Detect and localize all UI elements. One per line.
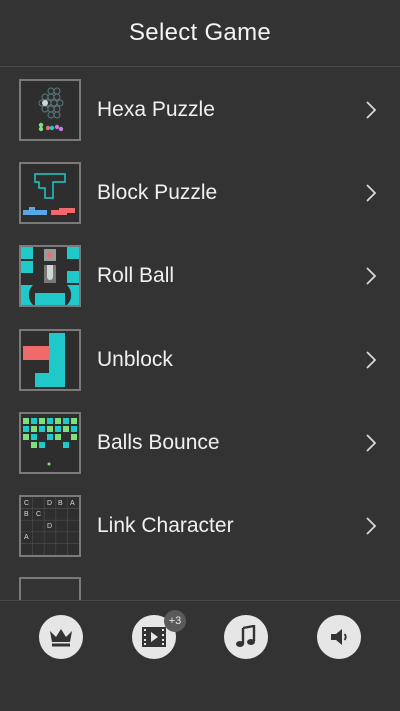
chevron-right-icon: [364, 183, 378, 203]
game-label: Link Character: [97, 514, 234, 538]
crown-icon: [50, 629, 72, 647]
game-item-balls-bounce[interactable]: Balls Bounce: [0, 401, 400, 484]
music-toggle-button[interactable]: [224, 615, 268, 659]
video-reward-badge: +3: [164, 610, 186, 632]
game-label: Balls Bounce: [97, 430, 220, 454]
page-title: Select Game: [128, 19, 272, 46]
leaderboard-button[interactable]: [39, 615, 83, 659]
footer-toolbar: +3: [0, 600, 400, 711]
game-label: Hexa Puzzle: [97, 97, 215, 121]
block-puzzle-thumbnail: [19, 161, 81, 224]
music-note-icon: [236, 625, 256, 647]
letter-cell: D: [47, 500, 52, 507]
game-item-unblock[interactable]: Unblock: [0, 318, 400, 401]
game-item-hexa-puzzle[interactable]: Hexa Puzzle: [0, 68, 400, 151]
chevron-right-icon: [364, 433, 378, 453]
hexa-puzzle-thumbnail: [19, 78, 81, 141]
letter-cell: C: [24, 500, 29, 507]
speaker-icon: [331, 629, 347, 645]
game-item-link-character[interactable]: C D B A B C D A Link Character: [0, 484, 400, 567]
game-label: Block Puzzle: [97, 180, 218, 204]
letter-cell: C: [36, 511, 41, 518]
balls-bounce-thumbnail: [19, 411, 81, 474]
letter-cell: B: [58, 500, 63, 507]
game-item-block-puzzle[interactable]: Block Puzzle: [0, 151, 400, 234]
sound-toggle-button[interactable]: [317, 615, 361, 659]
game-label: Unblock: [97, 347, 173, 371]
next-game-thumbnail-partial[interactable]: [19, 577, 81, 600]
chevron-right-icon: [364, 516, 378, 536]
video-icon: [142, 627, 166, 647]
roll-ball-thumbnail: [19, 245, 81, 308]
unblock-thumbnail: [19, 328, 81, 391]
letter-cell: A: [24, 534, 29, 541]
game-item-roll-ball[interactable]: Roll Ball: [0, 235, 400, 318]
link-character-thumbnail: C D B A B C D A: [19, 495, 81, 558]
letter-cell: B: [24, 511, 29, 518]
letter-cell: A: [70, 500, 75, 507]
header: Select Game: [0, 0, 400, 67]
chevron-right-icon: [364, 350, 378, 370]
game-label: Roll Ball: [97, 264, 175, 288]
chevron-right-icon: [364, 266, 378, 286]
chevron-right-icon: [364, 100, 378, 120]
letter-cell: D: [47, 523, 52, 530]
game-list[interactable]: Hexa Puzzle Block Puzzle Roll Ball Unblo…: [0, 68, 400, 600]
